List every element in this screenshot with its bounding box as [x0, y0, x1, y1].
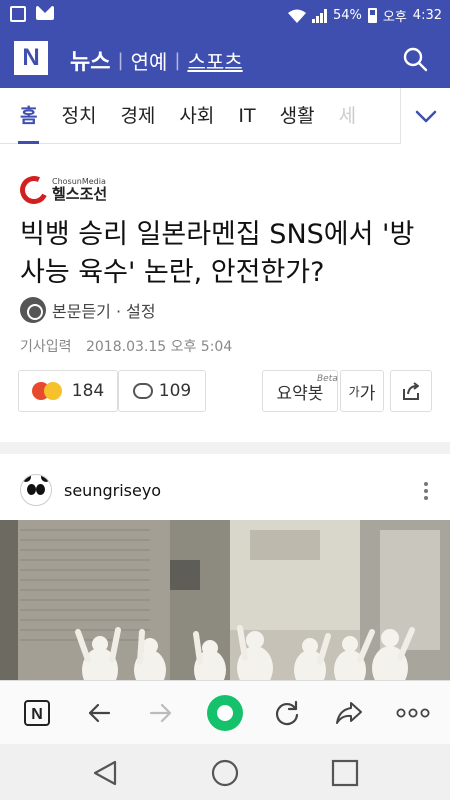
press-logo[interactable]: ChosunMedia 헬스조선: [16, 172, 108, 208]
system-navigation-bar: [0, 744, 450, 800]
more-button[interactable]: [388, 681, 438, 745]
font-size-button[interactable]: 가 가: [340, 370, 384, 412]
forward-button[interactable]: [136, 681, 186, 745]
comment-button[interactable]: 109: [118, 370, 206, 412]
wifi-icon: [287, 9, 306, 23]
share-button[interactable]: [324, 681, 374, 745]
app-tabs: 뉴스 | 연예 | 스포츠: [70, 44, 243, 76]
screen: 54% 오후 4:32 N 뉴스 | 연예 | 스포츠 홈 정치 경제 사회 I…: [0, 0, 450, 800]
embedded-post-author[interactable]: seungriseyo: [20, 474, 161, 506]
summary-bot-button[interactable]: 요약봇 Beta: [262, 370, 338, 412]
battery-icon: [367, 8, 377, 23]
battery-percent: 54%: [332, 8, 362, 23]
naver-logo[interactable]: N: [14, 41, 48, 75]
system-recents-icon[interactable]: [330, 758, 360, 788]
status-time: 4:32: [412, 8, 442, 23]
tab-separator: |: [117, 49, 124, 71]
category-society[interactable]: 사회: [167, 88, 226, 144]
app-bar: N 뉴스 | 연예 | 스포츠: [0, 30, 450, 88]
comment-icon: [132, 383, 153, 399]
refresh-button[interactable]: [262, 681, 312, 745]
category-world[interactable]: 세: [327, 88, 368, 144]
beta-badge: Beta: [317, 374, 338, 384]
font-size-small: 가: [348, 384, 360, 399]
article-headline: 빅뱅 승리 일본라멘집 SNS에서 '방사능 육수' 논란, 안전한가?: [20, 219, 415, 288]
share-box-icon: [403, 382, 419, 400]
mail-notification-icon: [36, 6, 54, 20]
listen-label: 본문듣기 · 설정: [52, 302, 156, 321]
press-name: 헬스조선: [52, 185, 108, 203]
naver-home-icon: N: [24, 700, 50, 726]
chevron-down-icon: [415, 110, 437, 123]
post-username: seungriseyo: [64, 480, 162, 500]
more-dots-icon: [396, 708, 430, 718]
svg-text:N: N: [31, 706, 43, 723]
reaction-count: 184: [71, 381, 105, 401]
street-photo-illustration: [0, 520, 450, 680]
audio-listen-icon: [20, 297, 46, 323]
signal-icon: [311, 8, 327, 23]
green-circle-icon: [207, 695, 243, 731]
refresh-icon: [275, 700, 299, 726]
font-size-big: 가: [359, 383, 376, 404]
system-back-icon[interactable]: [90, 758, 120, 788]
share-article-button[interactable]: [390, 370, 432, 412]
forward-arrow-icon: [149, 703, 172, 723]
comment-count: 109: [158, 381, 192, 401]
category-bar: 홈 정치 경제 사회 IT 생활 세: [0, 88, 450, 144]
press-logo-mark: [16, 172, 52, 208]
back-button[interactable]: [74, 681, 124, 745]
category-economy[interactable]: 경제: [108, 88, 167, 144]
section-divider: [0, 442, 450, 454]
panda-avatar: [20, 474, 52, 506]
post-photo[interactable]: [0, 520, 450, 680]
date-value: 2018.03.15 오후 5:04: [85, 339, 233, 355]
category-home[interactable]: 홈: [8, 88, 49, 144]
search-icon[interactable]: [402, 46, 428, 72]
status-bar: 54% 오후 4:32: [0, 0, 450, 30]
reaction-button[interactable]: 184: [18, 370, 118, 412]
screenshot-notification-icon: [10, 6, 26, 22]
status-ampm: 오후: [382, 10, 407, 25]
browser-bottom-nav: N: [0, 680, 450, 744]
date-label: 기사입력: [20, 339, 72, 355]
system-home-icon[interactable]: [210, 758, 240, 788]
back-arrow-icon: [88, 703, 111, 723]
tab-entertainment[interactable]: 연예: [131, 46, 168, 75]
category-politics[interactable]: 정치: [49, 88, 108, 144]
tab-separator: |: [174, 49, 181, 71]
category-expand-button[interactable]: [400, 88, 450, 144]
article-actions: 184 109 요약봇 Beta 가 가: [18, 370, 432, 412]
post-more-icon[interactable]: [424, 482, 428, 500]
category-it[interactable]: IT: [226, 88, 267, 144]
tab-news[interactable]: 뉴스: [70, 44, 110, 76]
share-icon: [336, 702, 362, 724]
tab-sports[interactable]: 스포츠: [187, 46, 242, 75]
category-life[interactable]: 생활: [268, 88, 327, 144]
green-dot-button[interactable]: [200, 681, 250, 745]
listen-settings[interactable]: 본문듣기 · 설정: [20, 297, 156, 323]
naver-home-button[interactable]: N: [12, 681, 62, 745]
smile-emoji-icon: [43, 382, 62, 400]
article-date: 기사입력 2018.03.15 오후 5:04: [20, 336, 232, 356]
